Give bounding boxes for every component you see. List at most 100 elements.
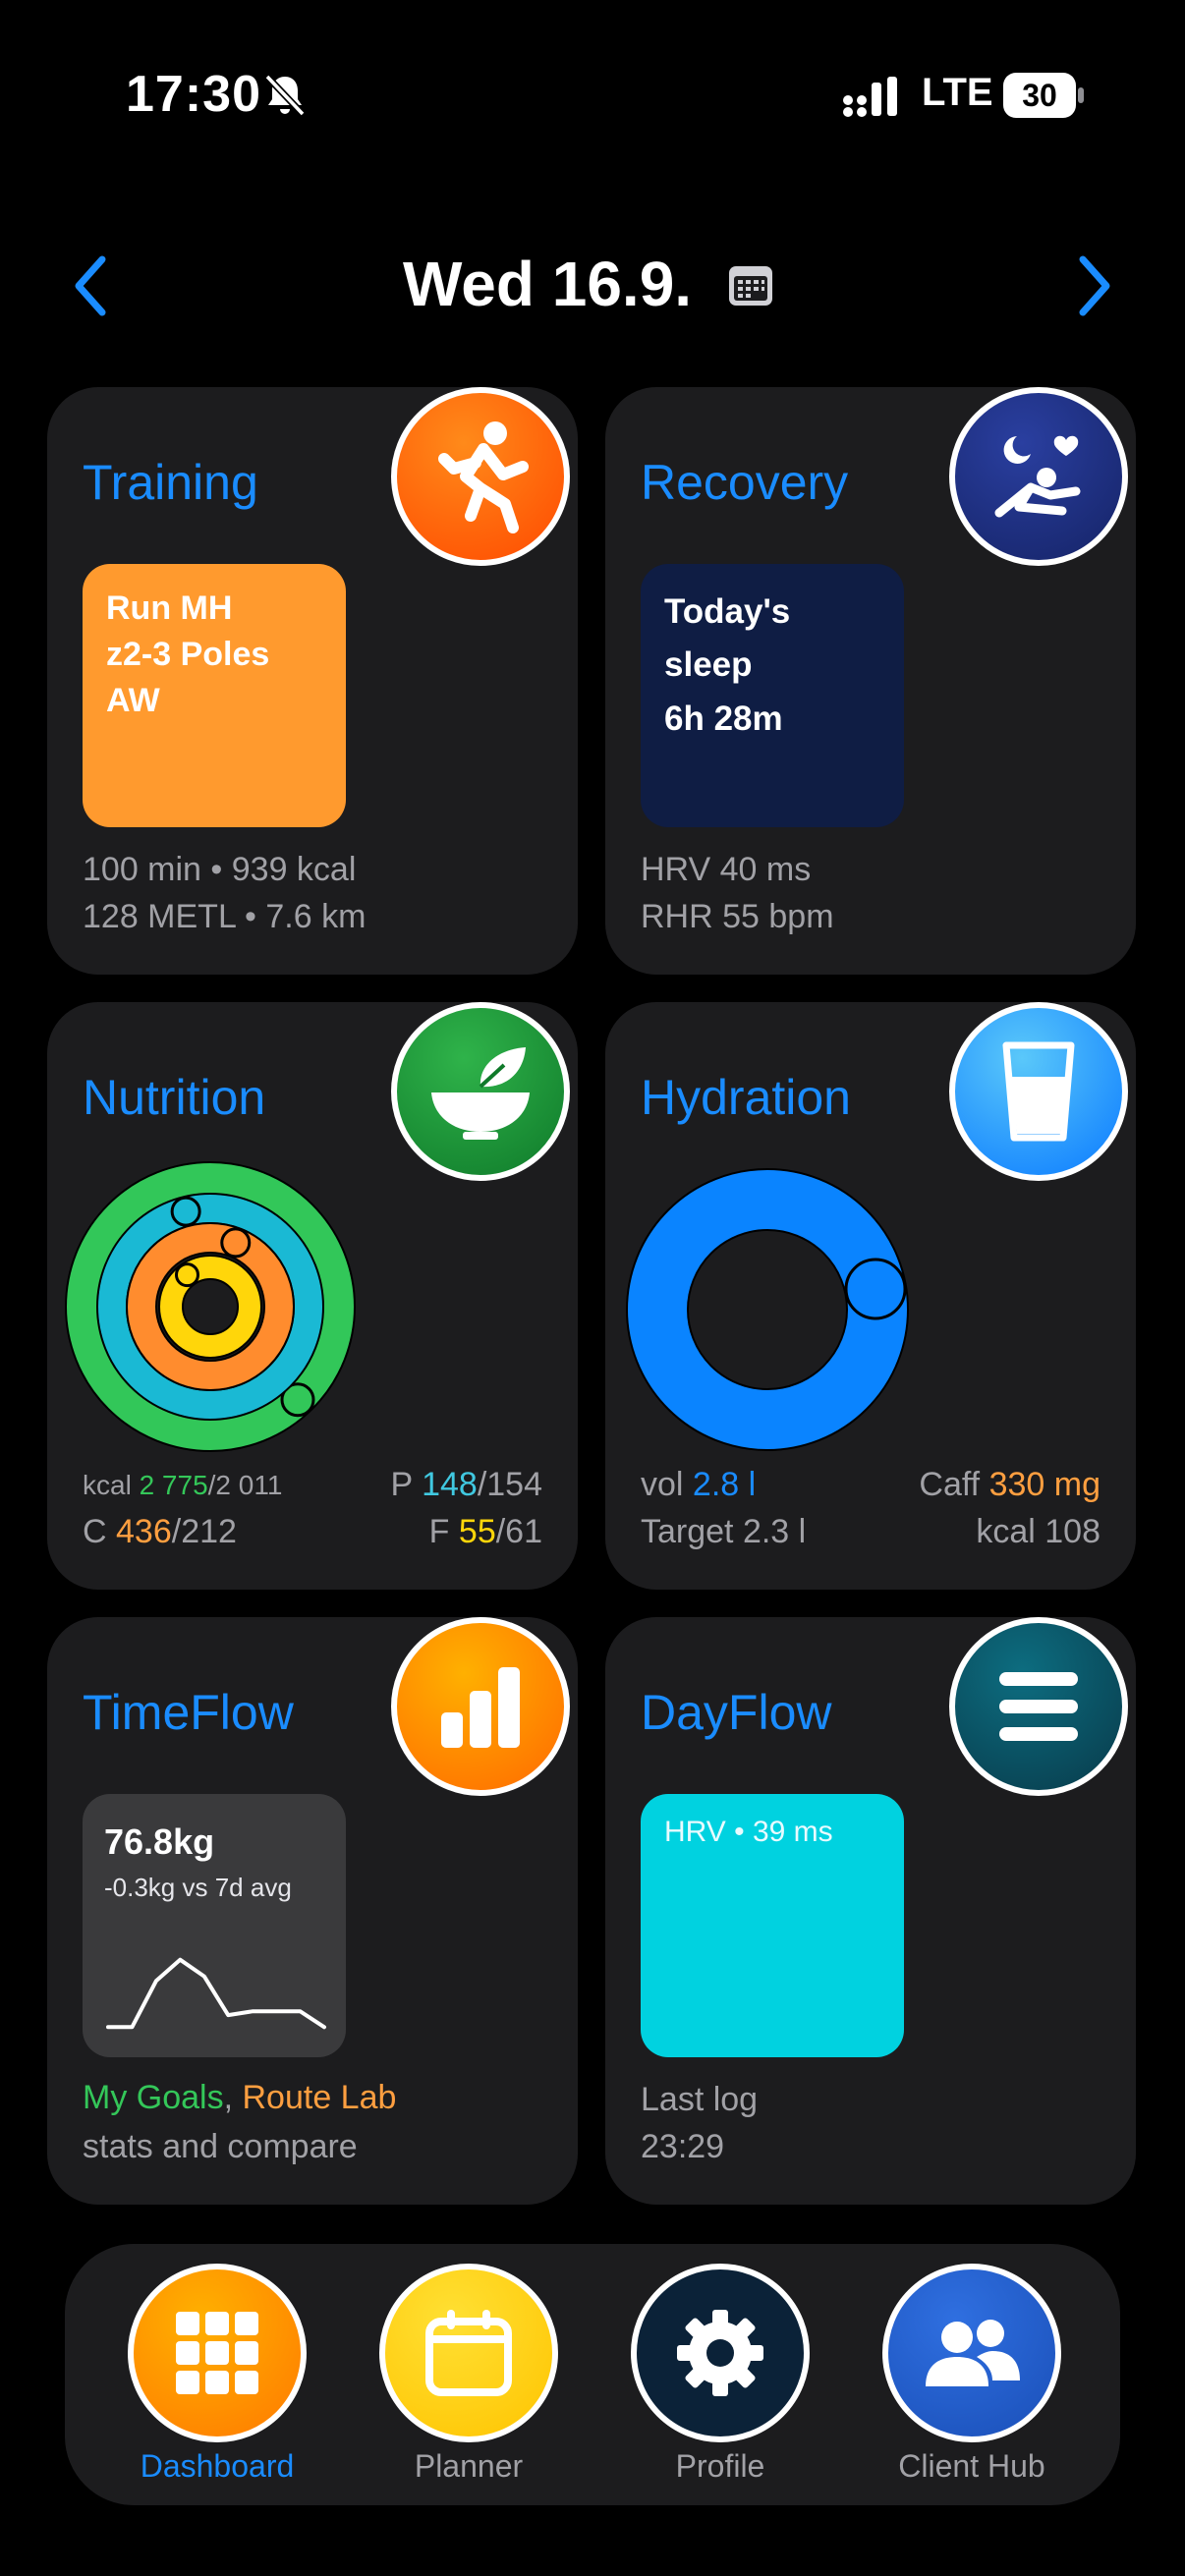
timeflow-badge[interactable] [391,1617,570,1796]
my-goals-link[interactable]: My Goals [83,2079,224,2116]
next-day-button[interactable] [1075,252,1114,320]
last-log-time: 23:29 [641,2128,725,2165]
hydration-card[interactable]: Hydration vol 2.8 l Caff 330 mg Target 2… [605,1002,1136,1590]
previous-day-button[interactable] [71,252,110,320]
caffeine-value: 330 mg [988,1466,1100,1503]
weight-sparkline [106,1957,326,2030]
bar-chart-icon [441,1667,520,1748]
kcal-label: kcal [83,1470,132,1500]
link-separator: , [223,2079,234,2116]
kcal-value: 2 775 [139,1470,208,1500]
kcal-stat: kcal 2 775/2 011 [83,1470,282,1501]
status-time: 17:30 [126,66,261,123]
water-glass-icon [1002,1041,1075,1142]
training-card[interactable]: Training Run MH z2-3 Poles AW 100 min • … [47,387,578,975]
rest-icon [994,435,1081,518]
workout-line-1: Run MH [106,589,233,627]
timeflow-title: TimeFlow [83,1685,294,1740]
runner-icon [438,421,529,533]
weight-value: 76.8kg [104,1821,215,1862]
timeflow-links: My Goals, Route Lab [83,2079,396,2117]
tab-profile-button[interactable] [631,2264,810,2442]
training-title: Training [83,455,258,510]
recovery-title: Recovery [641,455,849,510]
nutrition-carbs-ring-end [220,1227,252,1259]
nutrition-fat-ring-end [174,1262,199,1288]
recovery-card[interactable]: Recovery Today's sleep 6h 28m HRV 40 ms … [605,387,1136,975]
workout-line-2: z2-3 Poles [106,635,270,673]
hydration-badge[interactable] [949,1002,1128,1181]
fat-value: 55 [458,1513,496,1550]
volume-value: 2.8 l [692,1466,757,1503]
hydration-ring-end [844,1258,907,1320]
tab-bar: Dashboard Planner Profile Client Hub [65,2244,1120,2505]
training-stats-1: 100 min • 939 kcal [83,851,357,888]
dayflow-tile[interactable]: HRV • 39 ms [641,1794,904,2057]
network-type: LTE [922,71,993,114]
workout-line-3: AW [106,681,160,719]
carbs-value: 436 [116,1513,172,1550]
protein-target: /154 [477,1466,542,1503]
fat-target: /61 [495,1513,542,1550]
carbs-stat: C 436/212 [83,1513,237,1551]
hydration-ring[interactable] [625,1167,920,1462]
carbs-target: /212 [171,1513,237,1550]
tab-dashboard-button[interactable] [128,2264,307,2442]
dayflow-badge[interactable] [949,1617,1128,1796]
salad-bowl-icon [431,1047,530,1140]
timeflow-sub: stats and compare [83,2128,358,2165]
silent-bell-icon [264,74,306,117]
dayflow-card[interactable]: DayFlow HRV • 39 ms Last log 23:29 [605,1617,1136,2205]
caffeine-label: Caff [919,1466,981,1503]
calendar-icon[interactable] [727,262,774,308]
dayflow-tile-text: HRV • 39 ms [664,1816,833,1848]
dayflow-title: DayFlow [641,1685,832,1740]
gear-icon [677,2310,763,2396]
tab-client-hub-label[interactable]: Client Hub [844,2448,1100,2485]
caffeine-stat: Caff 330 mg [919,1466,1100,1504]
last-log-label: Last log [641,2081,759,2118]
tab-planner-button[interactable] [379,2264,558,2442]
tab-dashboard-label[interactable]: Dashboard [89,2448,345,2485]
carbs-label: C [83,1513,107,1550]
weight-delta: -0.3kg vs 7d avg [104,1872,292,1902]
protein-stat: P 148/154 [391,1466,542,1504]
calendar-icon [425,2310,512,2396]
tab-planner-label[interactable]: Planner [341,2448,596,2485]
tab-profile-label[interactable]: Profile [592,2448,848,2485]
battery-icon: 30 [1003,73,1086,118]
sleep-line-1: Today's [664,592,791,631]
route-lab-link[interactable]: Route Lab [243,2079,397,2116]
nutrition-card[interactable]: Nutrition kcal 2 775/2 011 P 148/154 C 4… [47,1002,578,1590]
grid-icon [176,2312,258,2394]
sleep-tile[interactable]: Today's sleep 6h 28m [641,564,904,827]
users-icon [926,2320,1020,2386]
kcal-target: /2 011 [207,1470,283,1500]
hrv-value: HRV 40 ms [641,851,812,888]
timeflow-card[interactable]: TimeFlow 76.8kg -0.3kg vs 7d avg My Goal… [47,1617,578,2205]
signal-icon [843,77,897,117]
hydration-kcal: kcal 108 [976,1513,1100,1550]
volume-label: vol [641,1466,684,1503]
nutrition-rings[interactable] [63,1159,358,1454]
sleep-line-2: sleep [664,645,753,685]
protein-value: 148 [422,1466,478,1503]
tab-client-hub-button[interactable] [882,2264,1061,2442]
rhr-value: RHR 55 bpm [641,898,834,935]
current-date[interactable]: Wed 16.9. [403,248,692,320]
training-stats-2: 128 METL • 7.6 km [83,898,367,935]
fat-stat: F 55/61 [429,1513,542,1551]
recovery-badge[interactable] [949,387,1128,566]
weight-tile[interactable]: 76.8kg -0.3kg vs 7d avg [83,1794,346,2057]
nutrition-protein-ring-end [170,1196,201,1227]
protein-label: P [390,1466,413,1503]
training-badge[interactable] [391,387,570,566]
volume-stat: vol 2.8 l [641,1466,756,1504]
fat-label: F [428,1513,450,1550]
nutrition-title: Nutrition [83,1070,266,1125]
workout-tile[interactable]: Run MH z2-3 Poles AW [83,564,346,827]
hydration-target: Target 2.3 l [641,1513,807,1550]
menu-lines-icon [999,1672,1078,1741]
sleep-line-3: 6h 28m [664,699,783,738]
nutrition-badge[interactable] [391,1002,570,1181]
